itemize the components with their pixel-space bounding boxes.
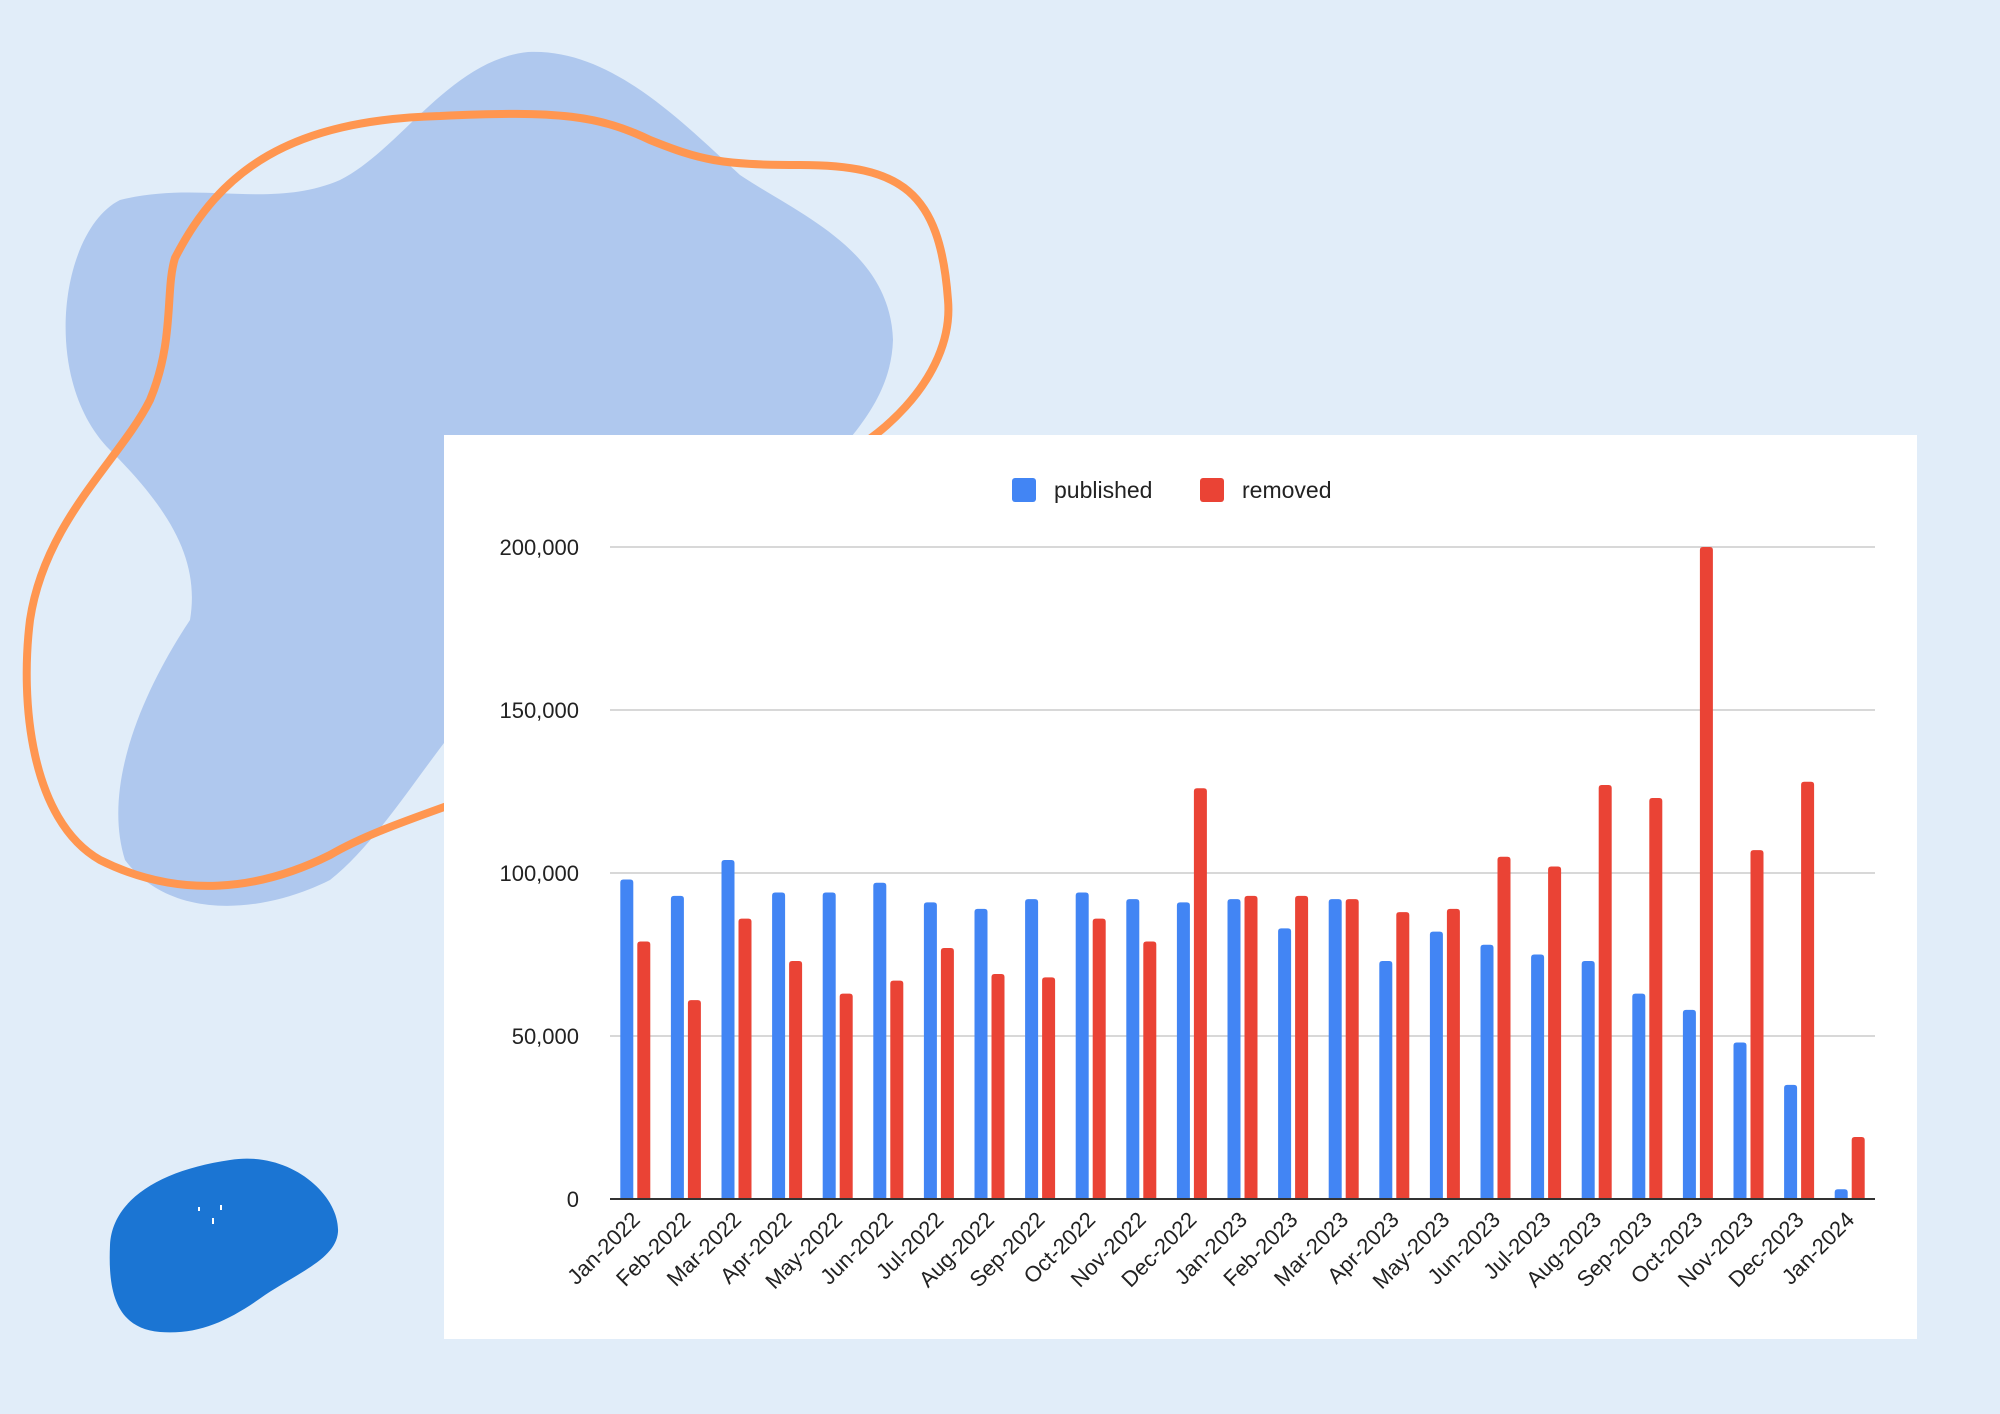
bar-published-Jan-2022 [620,879,634,1199]
y-axis: 0 50,000 100,000 150,000 200,000 [499,535,579,1212]
y-tick-label: 0 [567,1187,579,1212]
legend-label-published: published [1054,477,1152,503]
bar-removed-Nov-2022 [1143,941,1157,1199]
bar-published-Mar-2022 [721,859,735,1199]
y-tick-label: 100,000 [499,861,579,886]
bar-removed-Nov-2023 [1750,850,1764,1199]
bar-removed-Dec-2023 [1801,781,1815,1199]
bar-removed-Jun-2022 [890,980,904,1199]
bar-removed-Oct-2023 [1699,547,1713,1199]
bar-removed-Jan-2022 [637,941,651,1199]
chart-card: published removed 0 50,000 100,000 150,000 20… [444,435,1917,1339]
bar-published-Nov-2022 [1126,899,1140,1199]
x-axis: Jan-2022Feb-2022Mar-2022Apr-2022May-2022… [562,1198,1875,1294]
bar-published-Oct-2023 [1682,1009,1696,1199]
bar-removed-Dec-2022 [1193,788,1207,1199]
legend-label-removed: removed [1242,477,1331,503]
bar-published-Aug-2023 [1581,961,1595,1199]
legend-swatch-published [1012,478,1036,502]
y-tick-label: 150,000 [499,698,579,723]
y-tick-label: 50,000 [512,1024,579,1049]
bar-removed-Aug-2022 [991,974,1005,1199]
bar-published-Jul-2023 [1531,954,1545,1199]
bar-removed-Aug-2023 [1598,784,1612,1199]
bar-removed-Jan-2024 [1851,1137,1865,1199]
bar-removed-Mar-2022 [738,918,752,1199]
bar-removed-Apr-2023 [1396,912,1410,1199]
bar-removed-Sep-2023 [1649,798,1663,1199]
bar-published-Sep-2023 [1632,993,1646,1199]
bar-published-May-2023 [1429,931,1443,1199]
bar-removed-May-2023 [1446,908,1460,1199]
chart-legend: published removed [1012,477,1331,503]
bar-published-May-2022 [822,892,836,1199]
bar-chart: published removed 0 50,000 100,000 150,000 20… [499,477,1875,1294]
bar-published-Aug-2022 [974,908,988,1199]
bar-published-Feb-2023 [1278,928,1292,1199]
bar-removed-Feb-2022 [687,1000,701,1199]
bar-published-Jun-2022 [873,882,887,1199]
bar-removed-Oct-2022 [1092,918,1106,1199]
bar-published-Apr-2022 [772,892,786,1199]
bar-removed-May-2022 [839,993,853,1199]
bar-published-Dec-2023 [1784,1084,1798,1199]
legend-swatch-removed [1200,478,1224,502]
bar-removed-Jul-2023 [1548,866,1562,1199]
bar-removed-Jan-2023 [1244,895,1258,1199]
bar-published-Dec-2022 [1176,902,1190,1199]
bar-published-Jan-2024 [1834,1189,1848,1199]
bar-published-Feb-2022 [670,895,684,1199]
decorative-small-blob [109,1158,339,1333]
bar-published-Apr-2023 [1379,961,1393,1199]
bar-published-Mar-2023 [1328,899,1342,1199]
bar-removed-Jul-2022 [940,947,954,1199]
bar-published-Jul-2022 [923,902,937,1199]
y-tick-label: 200,000 [499,535,579,560]
bar-removed-Sep-2022 [1042,977,1056,1199]
bar-published-Nov-2023 [1733,1042,1747,1199]
bar-removed-Feb-2023 [1295,895,1309,1199]
bar-published-Jun-2023 [1480,944,1494,1199]
bar-published-Jan-2023 [1227,899,1241,1199]
bar-published-Sep-2022 [1025,899,1039,1199]
bar-removed-Jun-2023 [1497,856,1511,1199]
bar-published-Oct-2022 [1075,892,1089,1199]
bar-removed-Mar-2023 [1345,899,1359,1199]
bar-removed-Apr-2022 [789,961,803,1199]
